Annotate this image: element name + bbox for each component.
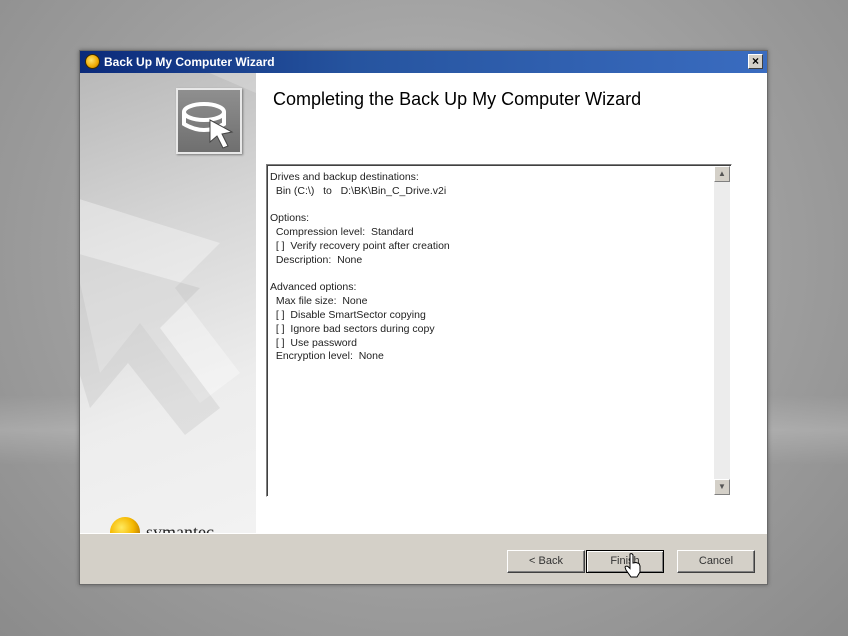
wizard-window: Back Up My Computer Wizard × symantec. C… bbox=[79, 50, 768, 585]
summary-line: Drives and backup destinations: bbox=[270, 171, 419, 183]
summary-textbox[interactable]: Drives and backup destinations: Bin (C:\… bbox=[266, 164, 732, 497]
summary-line: Options: bbox=[270, 212, 310, 225]
mouse-pointer-icon bbox=[624, 553, 641, 578]
symantec-logo-icon bbox=[110, 517, 140, 533]
summary-line: Advanced options: bbox=[270, 281, 357, 294]
drive-backup-icon bbox=[176, 88, 242, 154]
vertical-scrollbar[interactable]: ▲ ▼ bbox=[714, 166, 730, 495]
symantec-brand: symantec. bbox=[110, 517, 250, 533]
brand-text: symantec. bbox=[146, 522, 219, 533]
wizard-side-panel: symantec. bbox=[80, 73, 256, 533]
summary-line: [ ] Disable SmartSector copying bbox=[270, 308, 426, 321]
summary-text: Drives and backup destinations: Bin (C:\… bbox=[270, 171, 710, 364]
summary-line: [ ] Use password bbox=[270, 336, 357, 349]
summary-line: Description: None bbox=[270, 253, 363, 266]
page-title: Completing the Back Up My Computer Wizar… bbox=[273, 89, 642, 109]
summary-line: Max file size: None bbox=[270, 295, 368, 308]
close-button[interactable]: × bbox=[748, 54, 763, 69]
wizard-content: Completing the Back Up My Computer Wizar… bbox=[256, 73, 767, 533]
summary-line: Encryption level: None bbox=[270, 350, 384, 363]
scroll-down-button[interactable]: ▼ bbox=[714, 479, 730, 495]
cancel-button[interactable]: Cancel bbox=[677, 550, 755, 573]
wizard-app-icon bbox=[85, 54, 100, 69]
summary-line: Bin (C:\) to D:\BK\Bin_C_Drive.v2i bbox=[270, 184, 447, 197]
button-bar: < Back Finish Cancel bbox=[80, 533, 767, 584]
summary-line: Compression level: Standard bbox=[270, 226, 414, 239]
back-button[interactable]: < Back bbox=[507, 550, 585, 573]
summary-line: [ ] Ignore bad sectors during copy bbox=[270, 322, 435, 335]
scroll-up-button[interactable]: ▲ bbox=[714, 166, 730, 182]
window-title: Back Up My Computer Wizard bbox=[104, 55, 275, 69]
summary-line: [ ] Verify recovery point after creation bbox=[270, 239, 450, 252]
summary-line bbox=[270, 268, 710, 282]
title-bar[interactable]: Back Up My Computer Wizard × bbox=[80, 51, 767, 73]
summary-line bbox=[270, 199, 710, 213]
